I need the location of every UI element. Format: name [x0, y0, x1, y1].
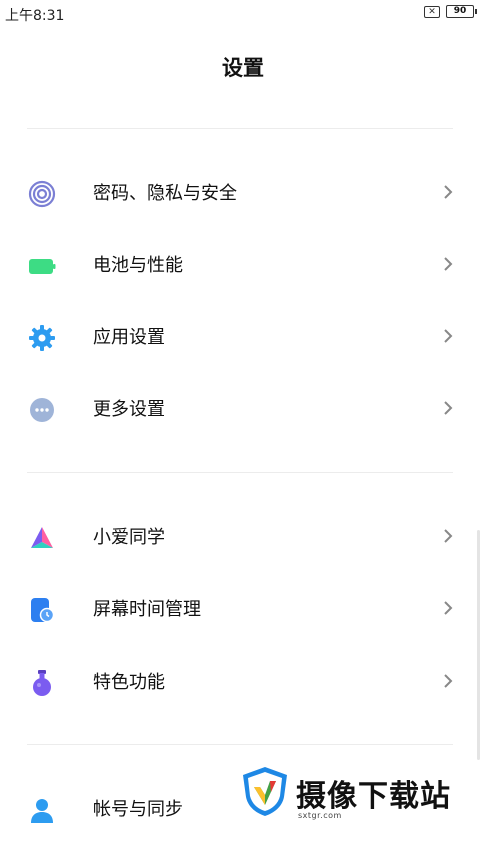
status-icons: ✕ 90 [424, 5, 477, 18]
chevron-right-icon [444, 329, 453, 343]
account-icon [31, 799, 53, 823]
settings-item-label: 应用设置 [93, 327, 165, 348]
chevron-right-icon [444, 601, 453, 615]
chevron-right-icon [444, 185, 453, 199]
settings-item-label: 屏幕时间管理 [93, 599, 201, 620]
watermark-logo-icon [243, 767, 287, 816]
watermark-brand: 摄像下载站 [296, 779, 451, 814]
page-title: 设置 [222, 56, 264, 80]
more-icon [30, 398, 54, 422]
battery-icon [29, 259, 56, 274]
chevron-right-icon [444, 529, 453, 543]
settings-item-password-privacy-security[interactable]: 密码、隐私与安全 [0, 156, 486, 228]
status-time: 上午8:31 [5, 8, 65, 24]
battery-status-icon: 90 [446, 5, 477, 18]
chevron-right-icon [444, 674, 453, 688]
settings-item-screen-time[interactable]: 屏幕时间管理 [0, 572, 486, 644]
divider [27, 128, 453, 129]
scrollbar[interactable] [477, 530, 480, 760]
settings-item-label: 电池与性能 [93, 255, 183, 276]
chevron-right-icon [444, 401, 453, 415]
gear-icon [29, 325, 55, 351]
settings-item-xiaoai[interactable]: 小爱同学 [0, 500, 486, 572]
status-bar: 上午8:31 ✕ 90 [0, 0, 486, 26]
settings-item-more-settings[interactable]: 更多设置 [0, 372, 486, 444]
watermark-url: sxtgr.com [298, 811, 342, 820]
settings-item-battery-performance[interactable]: 电池与性能 [0, 228, 486, 300]
settings-item-label: 帐号与同步 [93, 799, 183, 820]
fingerprint-icon [28, 180, 56, 208]
settings-item-special-features[interactable]: 特色功能 [0, 645, 486, 717]
settings-item-label: 更多设置 [93, 399, 165, 420]
watermark: 摄像下载站 sxtgr.com [240, 765, 486, 826]
divider [27, 472, 453, 473]
settings-item-label: 特色功能 [93, 672, 165, 693]
screen-time-icon [31, 598, 55, 623]
settings-item-label: 密码、隐私与安全 [93, 183, 237, 204]
divider [27, 744, 453, 745]
settings-item-label: 小爱同学 [93, 527, 165, 548]
flask-icon [33, 670, 51, 696]
settings-item-app-settings[interactable]: 应用设置 [0, 300, 486, 372]
xiaoai-icon [31, 527, 53, 548]
chevron-right-icon [444, 257, 453, 271]
no-sim-icon: ✕ [424, 5, 440, 18]
